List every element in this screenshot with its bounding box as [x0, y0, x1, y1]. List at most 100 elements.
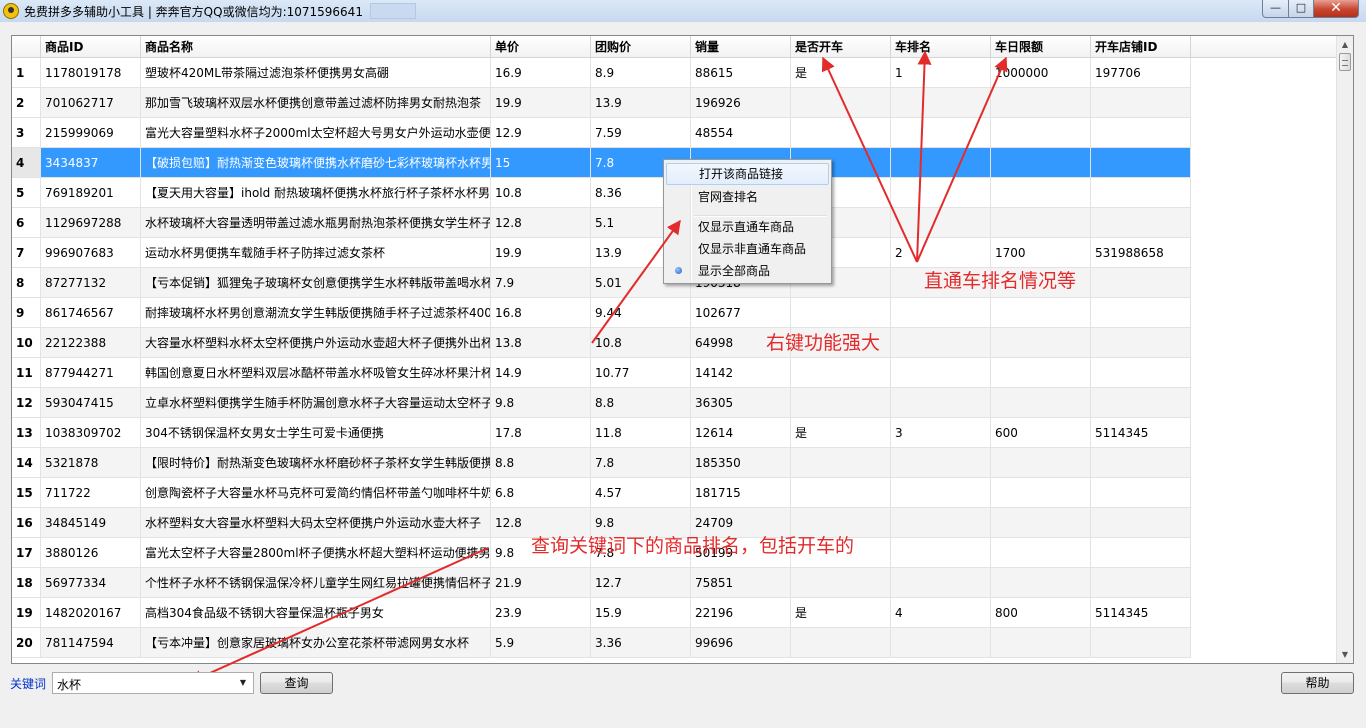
scroll-down-arrow-icon[interactable]: ▼ [1337, 646, 1353, 663]
cell-price[interactable]: 13.8 [491, 328, 591, 358]
table-row[interactable]: 5 769189201 【夏天用大容量】ihold 耐热玻璃杯便携水杯旅行杯子茶杯水… [12, 178, 1191, 208]
table-row[interactable]: 19 1482020167 高档304食品级不锈钢大容量保温杯瓶子男女 23.9 15.… [12, 598, 1191, 628]
cell-car-rank[interactable]: 2 [891, 238, 991, 268]
cell-product-name[interactable]: 创意陶瓷杯子大容量水杯马克杯可爱简约情侣杯带盖勺咖啡杯牛奶杯 [141, 478, 491, 508]
cell-car-shop-id[interactable] [1091, 208, 1191, 238]
cell-sales[interactable]: 36305 [691, 388, 791, 418]
cell-car-shop-id[interactable] [1091, 538, 1191, 568]
cell-group-price[interactable]: 7.8 [591, 448, 691, 478]
cell-car-daily-limit[interactable] [991, 508, 1091, 538]
cell-car-rank[interactable]: 4 [891, 598, 991, 628]
cell-car-rank[interactable]: 3 [891, 418, 991, 448]
cell-product-name[interactable]: 运动水杯男便携车载随手杯子防摔过滤女茶杯 [141, 238, 491, 268]
cell-car-shop-id[interactable] [1091, 328, 1191, 358]
cell-is-car[interactable]: 是 [791, 418, 891, 448]
cell-product-id[interactable]: 877944271 [41, 358, 141, 388]
table-row[interactable]: 4 3434837 【破损包赔】耐热渐变色玻璃杯便携水杯磨砂七彩杯玻璃杯水杯男女 15… [12, 148, 1191, 178]
cell-car-daily-limit[interactable]: 1000000 [991, 58, 1091, 88]
row-number[interactable]: 17 [12, 538, 41, 568]
cell-group-price[interactable]: 8.8 [591, 388, 691, 418]
cell-product-id[interactable]: 996907683 [41, 238, 141, 268]
table-row[interactable]: 7 996907683 运动水杯男便携车载随手杯子防摔过滤女茶杯 19.9 13.9 2 1… [12, 238, 1191, 268]
row-number[interactable]: 12 [12, 388, 41, 418]
scroll-thumb[interactable] [1339, 53, 1351, 71]
cell-sales[interactable]: 14142 [691, 358, 791, 388]
cell-product-name[interactable]: 韩国创意夏日水杯塑料双层冰酷杯带盖水杯吸管女生碎冰杯果汁杯 [141, 358, 491, 388]
cell-car-shop-id[interactable] [1091, 388, 1191, 418]
cell-product-name[interactable]: 耐摔玻璃杯水杯男创意潮流女学生韩版便携随手杯子过滤茶杯400ml [141, 298, 491, 328]
cell-product-name[interactable]: 富光太空杯子大容量2800ml杯子便携水杯超大塑料杯运动便携男女 [141, 538, 491, 568]
cell-price[interactable]: 21.9 [491, 568, 591, 598]
cell-car-daily-limit[interactable]: 1700 [991, 238, 1091, 268]
cell-car-daily-limit[interactable] [991, 568, 1091, 598]
cell-price[interactable]: 5.9 [491, 628, 591, 658]
cell-price[interactable]: 7.9 [491, 268, 591, 298]
cell-is-car[interactable] [791, 478, 891, 508]
cell-car-rank[interactable] [891, 118, 991, 148]
cell-car-shop-id[interactable] [1091, 628, 1191, 658]
cell-car-rank[interactable] [891, 328, 991, 358]
row-number[interactable]: 6 [12, 208, 41, 238]
cell-price[interactable]: 10.8 [491, 178, 591, 208]
cell-is-car[interactable]: 是 [791, 598, 891, 628]
cell-is-car[interactable] [791, 358, 891, 388]
row-number[interactable]: 4 [12, 148, 41, 178]
table-row[interactable]: 3 215999069 富光大容量塑料水杯子2000ml太空杯超大号男女户外运动水壶… [12, 118, 1191, 148]
cell-car-daily-limit[interactable] [991, 178, 1091, 208]
cell-sales[interactable]: 102677 [691, 298, 791, 328]
header-group-price[interactable]: 团购价 [591, 36, 691, 58]
cell-product-id[interactable]: 87277132 [41, 268, 141, 298]
cell-product-name[interactable]: 那加雪飞玻璃杯双层水杯便携创意带盖过滤杯防摔男女耐热泡茶 [141, 88, 491, 118]
row-number[interactable]: 19 [12, 598, 41, 628]
header-car-shop-id[interactable]: 开车店铺ID [1091, 36, 1191, 58]
cell-product-id[interactable]: 215999069 [41, 118, 141, 148]
menu-show-all[interactable]: 显示全部商品 [666, 260, 829, 282]
row-number[interactable]: 5 [12, 178, 41, 208]
header-car-rank[interactable]: 车排名 [891, 36, 991, 58]
cell-product-id[interactable]: 22122388 [41, 328, 141, 358]
cell-car-shop-id[interactable] [1091, 268, 1191, 298]
cell-car-rank[interactable] [891, 298, 991, 328]
product-grid[interactable]: 商品ID 商品名称 单价 团购价 销量 是否开车 车排名 车日限额 开车店铺ID 1 117801… [11, 35, 1354, 664]
cell-car-daily-limit[interactable] [991, 448, 1091, 478]
cell-sales[interactable]: 185350 [691, 448, 791, 478]
cell-product-name[interactable]: 水杯塑料女大容量水杯塑料大码太空杯便携户外运动水壶大杯子 [141, 508, 491, 538]
cell-car-rank[interactable] [891, 388, 991, 418]
cell-car-rank[interactable] [891, 448, 991, 478]
cell-car-daily-limit[interactable] [991, 328, 1091, 358]
cell-car-daily-limit[interactable] [991, 88, 1091, 118]
cell-is-car[interactable] [791, 568, 891, 598]
vertical-scrollbar[interactable]: ▲ ▼ [1336, 36, 1353, 663]
cell-price[interactable]: 19.9 [491, 238, 591, 268]
table-row[interactable]: 11 877944271 韩国创意夏日水杯塑料双层冰酷杯带盖水杯吸管女生碎冰杯果汁杯… [12, 358, 1191, 388]
cell-is-car[interactable] [791, 388, 891, 418]
table-row[interactable]: 13 1038309702 304不锈钢保温杯女男女士学生可爱卡通便携 17.8 11.… [12, 418, 1191, 448]
cell-car-daily-limit[interactable] [991, 388, 1091, 418]
cell-sales[interactable]: 181715 [691, 478, 791, 508]
cell-price[interactable]: 12.8 [491, 208, 591, 238]
query-button[interactable]: 查询 [260, 672, 333, 694]
cell-price[interactable]: 14.9 [491, 358, 591, 388]
cell-car-rank[interactable] [891, 358, 991, 388]
cell-car-daily-limit[interactable] [991, 478, 1091, 508]
cell-sales[interactable]: 12614 [691, 418, 791, 448]
cell-car-rank[interactable] [891, 538, 991, 568]
cell-price[interactable]: 9.8 [491, 388, 591, 418]
cell-product-name[interactable]: 高档304食品级不锈钢大容量保温杯瓶子男女 [141, 598, 491, 628]
header-sales[interactable]: 销量 [691, 36, 791, 58]
header-car-daily-limit[interactable]: 车日限额 [991, 36, 1091, 58]
table-row[interactable]: 6 1129697288 水杯玻璃杯大容量透明带盖过滤水瓶男耐热泡茶杯便携女学生杯子… [12, 208, 1191, 238]
cell-car-rank[interactable] [891, 628, 991, 658]
cell-is-car[interactable] [791, 118, 891, 148]
cell-product-name[interactable]: 304不锈钢保温杯女男女士学生可爱卡通便携 [141, 418, 491, 448]
row-number[interactable]: 8 [12, 268, 41, 298]
cell-price[interactable]: 17.8 [491, 418, 591, 448]
cell-product-id[interactable]: 3880126 [41, 538, 141, 568]
table-row[interactable]: 20 781147594 【亏本冲量】创意家居玻璃杯女办公室花茶杯带滤网男女水杯 5.… [12, 628, 1191, 658]
cell-product-id[interactable]: 781147594 [41, 628, 141, 658]
menu-show-car-only[interactable]: 仅显示直通车商品 [666, 216, 829, 238]
cell-car-shop-id[interactable]: 197706 [1091, 58, 1191, 88]
cell-group-price[interactable]: 3.36 [591, 628, 691, 658]
cell-group-price[interactable]: 10.77 [591, 358, 691, 388]
cell-group-price[interactable]: 13.9 [591, 88, 691, 118]
